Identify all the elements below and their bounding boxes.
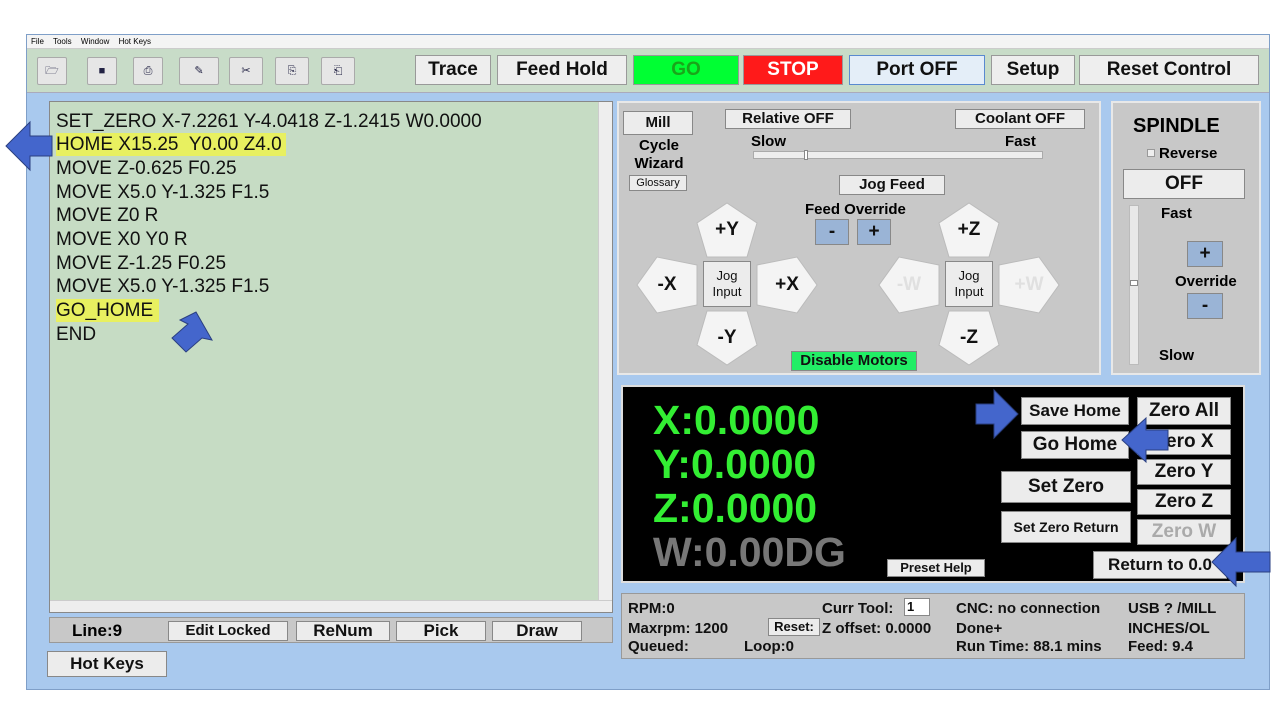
arrow-icon <box>1211 536 1271 588</box>
arrow-icon <box>1121 416 1169 464</box>
arrow-icon <box>5 120 53 172</box>
arrow-icon <box>975 388 1019 440</box>
arrow-icon <box>171 311 213 353</box>
callout-arrows <box>5 120 1271 588</box>
